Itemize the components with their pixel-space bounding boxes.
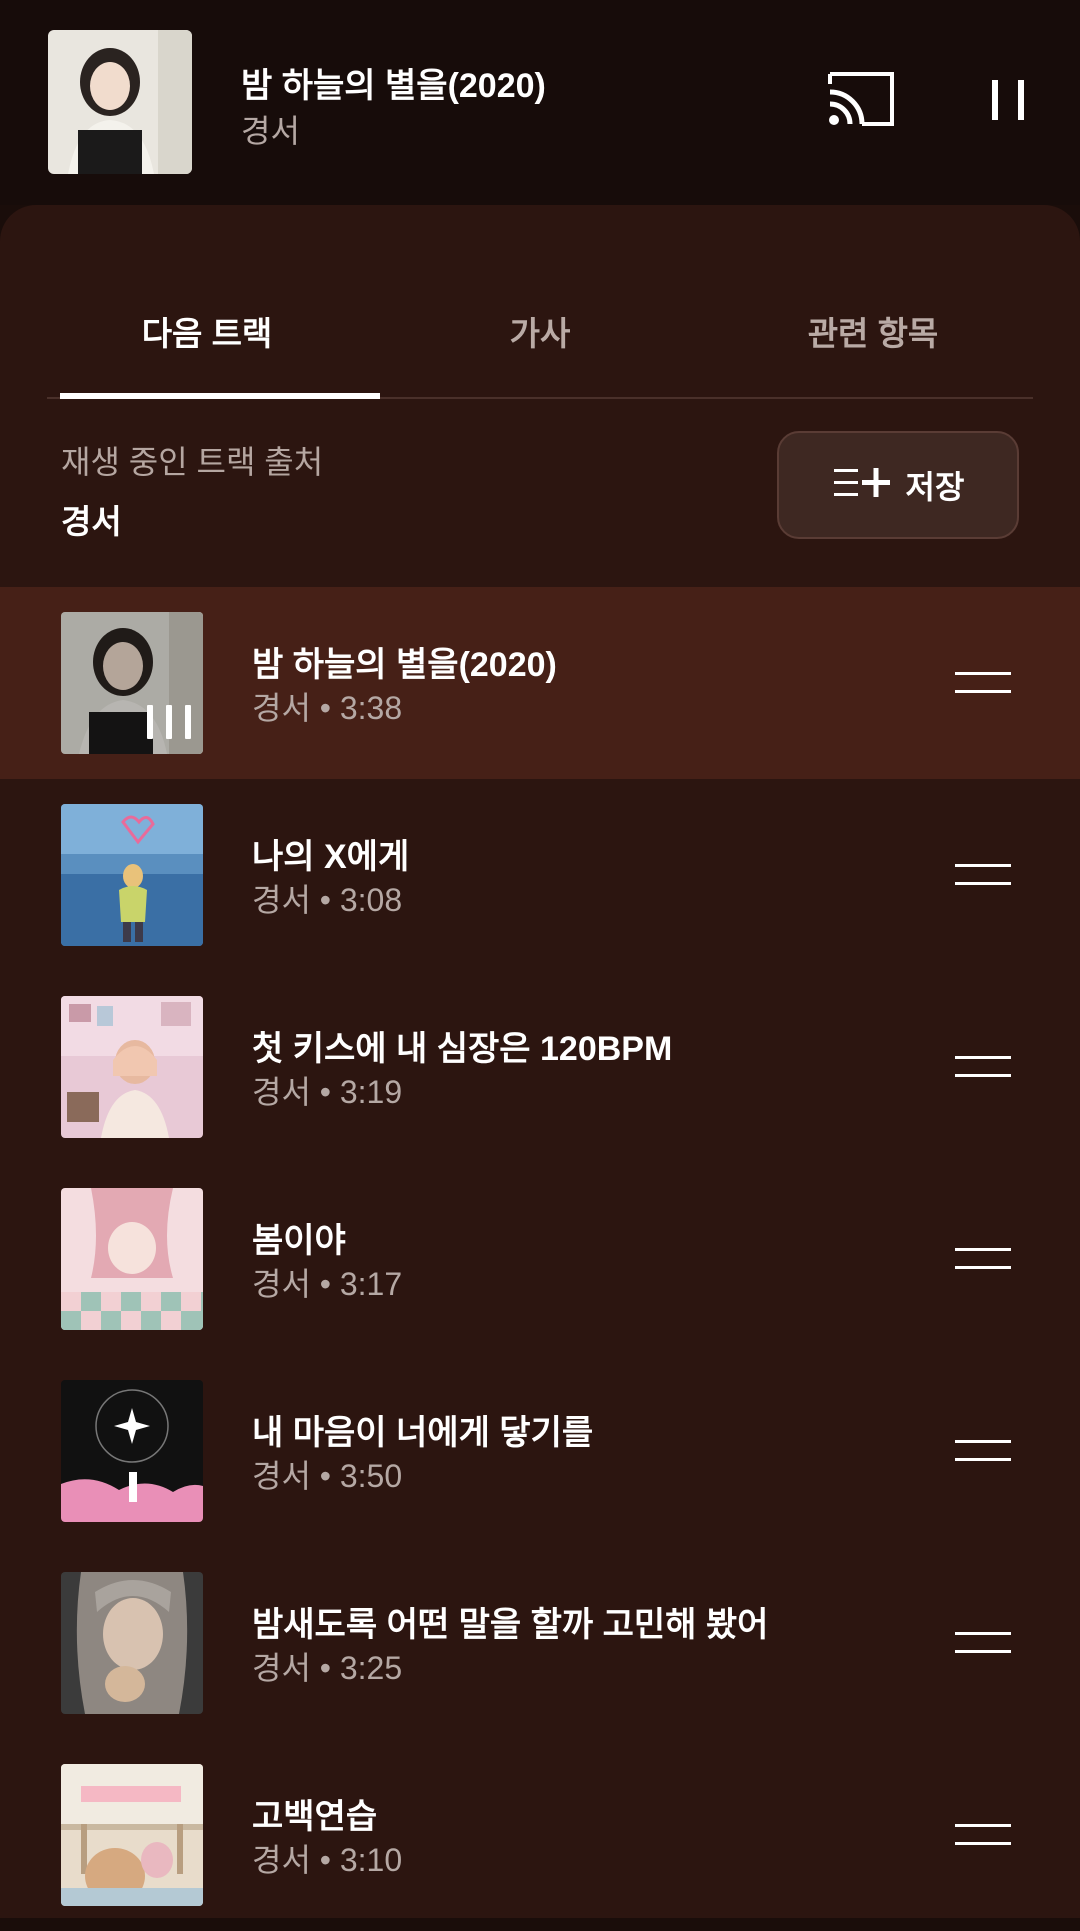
drag-handle-icon[interactable] [955,670,1011,696]
track-artwork [61,804,203,946]
track-title: 밤 하늘의 별을(2020) [252,646,557,684]
drag-handle-icon[interactable] [955,1054,1011,1080]
queue-track-row[interactable]: 밤 하늘의 별을(2020) 경서 • 3:38 [0,587,1080,779]
track-subtitle: 경서 • 3:17 [252,1266,403,1302]
tab-up-next[interactable]: 다음 트랙 [47,265,367,397]
mini-player[interactable]: 밤 하늘의 별을(2020) 경서 [0,0,1080,205]
track-artwork [61,1572,203,1714]
queue-track-row[interactable]: 첫 키스에 내 심장은 120BPM 경서 • 3:19 [0,971,1080,1163]
queue-source-label: 재생 중인 트랙 출처 [61,444,324,480]
track-list: 밤 하늘의 별을(2020) 경서 • 3:38 나의 X에게 경서 • 3:0… [0,587,1080,1931]
tab-active-indicator [60,393,380,399]
track-subtitle: 경서 • 3:10 [252,1842,403,1878]
queue-source-name: 경서 [61,503,122,540]
queue-sheet: 다음 트랙 가사 관련 항목 재생 중인 트랙 출처 경서 저장 밤 하늘의 별… [0,205,1080,1918]
drag-handle-icon[interactable] [955,1630,1011,1656]
drag-handle-icon[interactable] [955,1246,1011,1272]
track-title: 나의 X에게 [252,838,410,876]
track-subtitle: 경서 • 3:19 [252,1074,403,1110]
tab-related[interactable]: 관련 항목 [713,265,1033,397]
tab-lyrics[interactable]: 가사 [380,265,700,397]
pause-icon[interactable] [978,72,1038,128]
track-title: 밤새도록 어떤 말을 할까 고민해 봤어 [252,1606,769,1644]
queue-track-row[interactable]: 나의 X에게 경서 • 3:08 [0,779,1080,971]
track-title: 내 마음이 너에게 닿기를 [252,1414,594,1452]
now-playing-bars-icon [147,705,191,739]
track-title: 봄이야 [252,1222,346,1260]
drag-handle-icon[interactable] [955,1438,1011,1464]
track-artwork [61,612,203,754]
drag-handle-icon[interactable] [955,862,1011,888]
track-artwork [61,1380,203,1522]
now-playing-artwork [48,30,192,174]
track-subtitle: 경서 • 3:38 [252,690,403,726]
save-button-label: 저장 [905,469,965,505]
now-playing-artist: 경서 [241,113,300,149]
queue-track-row[interactable]: 밤새도록 어떤 말을 할까 고민해 봤어 경서 • 3:25 [0,1547,1080,1739]
now-playing-title[interactable]: 밤 하늘의 별을(2020) [241,58,546,107]
queue-track-row[interactable]: 고백연습 경서 • 3:10 [0,1739,1080,1931]
queue-track-row[interactable]: 봄이야 경서 • 3:17 [0,1163,1080,1355]
drag-handle-icon[interactable] [955,1822,1011,1848]
cast-icon[interactable] [826,70,898,130]
track-title: 첫 키스에 내 심장은 120BPM [252,1030,673,1068]
playlist-add-icon [832,463,892,508]
track-title: 고백연습 [252,1798,378,1836]
track-subtitle: 경서 • 3:25 [252,1650,403,1686]
track-artwork [61,996,203,1138]
track-artwork [61,1764,203,1906]
track-subtitle: 경서 • 3:08 [252,882,403,918]
track-artwork [61,1188,203,1330]
save-button[interactable]: 저장 [777,431,1019,539]
track-subtitle: 경서 • 3:50 [252,1458,403,1494]
tab-bar: 다음 트랙 가사 관련 항목 [47,265,1033,399]
queue-track-row[interactable]: 내 마음이 너에게 닿기를 경서 • 3:50 [0,1355,1080,1547]
